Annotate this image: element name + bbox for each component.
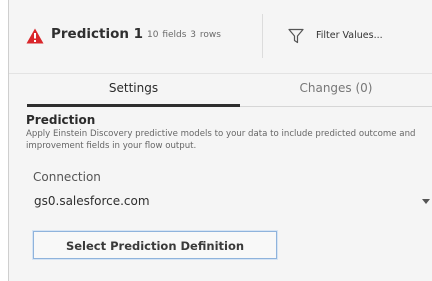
- filter-funnel-icon[interactable]: [288, 28, 304, 44]
- warning-triangle-icon[interactable]: [26, 28, 44, 44]
- step-panel: Prediction 1 10 fields 3 rows Filter Val…: [8, 0, 432, 281]
- step-header: Prediction 1 10 fields 3 rows Filter Val…: [9, 0, 432, 74]
- step-name[interactable]: Prediction 1: [51, 26, 143, 42]
- chevron-down-icon[interactable]: [422, 199, 430, 204]
- fields-count: 10 fields: [147, 30, 187, 40]
- connection-label: Connection: [33, 170, 101, 184]
- connection-dropdown[interactable]: gs0.salesforce.com: [29, 190, 432, 216]
- select-prediction-definition-button[interactable]: Select Prediction Definition: [33, 231, 277, 259]
- section-description: Apply Einstein Discovery predictive mode…: [26, 129, 416, 151]
- tab-settings[interactable]: Settings: [27, 73, 240, 107]
- tab-changes[interactable]: Changes (0): [240, 73, 432, 107]
- step-metadata: 10 fields 3 rows: [147, 30, 221, 40]
- header-divider: [262, 14, 263, 58]
- connection-value: gs0.salesforce.com: [34, 194, 150, 208]
- filter-values-button[interactable]: Filter Values...: [316, 30, 383, 41]
- section-title: Prediction: [26, 113, 96, 127]
- rows-count: 3 rows: [190, 30, 221, 40]
